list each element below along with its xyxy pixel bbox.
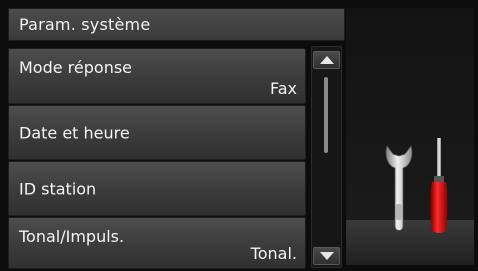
menu-item-label: Tonal/Impuls. bbox=[19, 227, 125, 246]
scroll-down-button[interactable] bbox=[313, 247, 340, 265]
page-title: Param. système bbox=[19, 15, 151, 34]
scroll-thumb[interactable] bbox=[324, 77, 328, 153]
menu-item-date-et-heure[interactable]: Date et heure bbox=[8, 105, 306, 160]
scroll-up-button[interactable] bbox=[313, 51, 340, 69]
menu-item-value: Fax bbox=[269, 79, 297, 98]
triangle-up-icon bbox=[319, 56, 334, 64]
menu-item-mode-reponse[interactable]: Mode réponse Fax bbox=[8, 48, 306, 104]
menu-item-tonal-impuls[interactable]: Tonal/Impuls. Tonal. bbox=[8, 217, 306, 269]
menu-item-value: Tonal. bbox=[250, 244, 297, 263]
wrench-icon bbox=[385, 145, 413, 231]
screwdriver-icon bbox=[430, 138, 448, 233]
menu-item-label: Mode réponse bbox=[19, 58, 133, 77]
settings-graphic-panel bbox=[346, 8, 474, 265]
lcd-screen: Param. système Mode réponse Fax Date et … bbox=[0, 0, 478, 271]
menu-scrollbar[interactable] bbox=[311, 46, 342, 268]
triangle-down-icon bbox=[319, 252, 334, 260]
menu-item-id-station[interactable]: ID station bbox=[8, 161, 306, 216]
menu-item-label: Date et heure bbox=[19, 123, 130, 142]
menu-item-label: ID station bbox=[19, 179, 97, 198]
title-bar: Param. système bbox=[8, 8, 345, 41]
